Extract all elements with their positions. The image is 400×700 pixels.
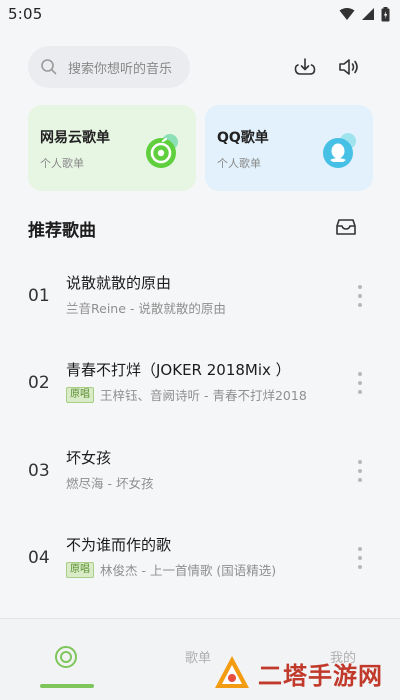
- song-number: 03: [28, 461, 50, 481]
- search-input[interactable]: 搜索你想听的音乐: [28, 46, 190, 88]
- song-number: 01: [28, 286, 50, 306]
- song-title: 说散就散的原由: [66, 274, 172, 292]
- more-button[interactable]: [352, 282, 368, 310]
- song-artist: 燃尽海 - 坏女孩: [66, 473, 153, 492]
- song-title: 不为谁而作的歌: [66, 536, 172, 554]
- inbox-button[interactable]: [334, 215, 358, 239]
- song-artist: 原唱 王梓钰、音阙诗听 - 青春不打烊2018: [66, 385, 307, 404]
- song-row[interactable]: 02 青春不打烊（JOKER 2018Mix ） 原唱 王梓钰、音阙诗听 - 青…: [0, 339, 400, 427]
- qq-penguin-icon: [323, 133, 356, 168]
- download-button[interactable]: [292, 54, 318, 80]
- nav-home[interactable]: [52, 643, 80, 671]
- status-icons: [339, 6, 390, 22]
- netease-music-icon: [146, 134, 178, 168]
- section-title: 推荐歌曲: [28, 221, 96, 241]
- speaker-icon: [339, 59, 358, 75]
- song-title: 坏女孩: [66, 449, 112, 467]
- song-number: 02: [28, 373, 50, 393]
- original-badge: 原唱: [66, 561, 94, 578]
- status-time: 5:05: [8, 5, 43, 23]
- song-artist: 原唱 林俊杰 - 上一首情歌 (国语精选): [66, 560, 276, 579]
- nav-active-indicator: [40, 684, 94, 688]
- battery-icon: [381, 6, 390, 21]
- song-artist: 兰音Reine - 说散就散的原由: [66, 298, 226, 317]
- song-artist-text: 林俊杰 - 上一首情歌 (国语精选): [100, 563, 277, 578]
- search-placeholder: 搜索你想听的音乐: [68, 61, 173, 77]
- qq-playlist-card[interactable]: QQ歌单 个人歌单: [205, 105, 373, 191]
- status-bar: 5:05: [0, 0, 400, 28]
- more-button[interactable]: [352, 369, 368, 397]
- inbox-icon: [336, 219, 356, 235]
- song-row[interactable]: 04 不为谁而作的歌 原唱 林俊杰 - 上一首情歌 (国语精选): [0, 514, 400, 602]
- download-icon: [294, 58, 316, 75]
- netease-playlist-card[interactable]: 网易云歌单 个人歌单: [28, 105, 196, 191]
- watermark-text: 二塔手游网: [258, 661, 383, 690]
- original-badge: 原唱: [66, 386, 94, 403]
- song-number: 04: [28, 548, 50, 568]
- song-title: 青春不打烊（JOKER 2018Mix ）: [66, 361, 291, 379]
- song-artist-text: 兰音Reine - 说散就散的原由: [66, 301, 226, 316]
- more-button[interactable]: [352, 544, 368, 572]
- song-row[interactable]: 01 说散就散的原由 兰音Reine - 说散就散的原由: [0, 252, 400, 340]
- watermark: 二塔手游网: [212, 646, 400, 700]
- signal-icon: [362, 8, 374, 20]
- song-artist-text: 王梓钰、音阙诗听 - 青春不打烊2018: [100, 388, 307, 403]
- song-artist-text: 燃尽海 - 坏女孩: [66, 476, 154, 491]
- wifi-icon: [339, 8, 355, 20]
- search-icon: [41, 59, 57, 75]
- more-button[interactable]: [352, 457, 368, 485]
- home-ring-icon: [55, 646, 77, 668]
- nav-playlists[interactable]: 歌单: [185, 647, 211, 666]
- watermark-logo-icon: [215, 656, 249, 688]
- volume-button[interactable]: [336, 54, 362, 80]
- song-row[interactable]: 03 坏女孩 燃尽海 - 坏女孩: [0, 427, 400, 515]
